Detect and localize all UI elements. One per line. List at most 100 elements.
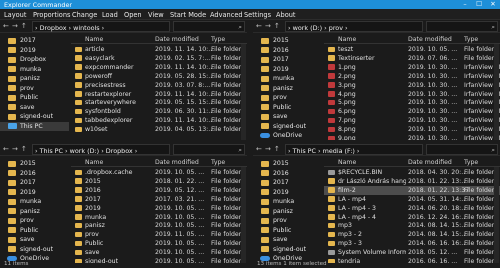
- nav-item[interactable]: 2017: [253, 55, 322, 64]
- close-button[interactable]: ✕: [486, 0, 500, 9]
- file-row[interactable]: munka 2019. 10. 05. ... File folder: [71, 213, 247, 222]
- nav-item[interactable]: OneDrive: [253, 131, 322, 140]
- file-row[interactable]: 2.png2019. 10. 30. ...IrfanView PNG File: [324, 72, 500, 81]
- nav-item[interactable]: prov: [0, 216, 69, 225]
- column-date[interactable]: Date modified: [155, 159, 199, 166]
- file-row[interactable]: save 2019. 10. 05. ... File folder: [71, 248, 247, 257]
- column-name[interactable]: Name: [85, 159, 103, 166]
- file-row[interactable]: 4.png2019. 10. 30. ...IrfanView PNG File: [324, 90, 500, 99]
- column-date[interactable]: Date modified: [408, 159, 452, 166]
- file-row[interactable]: Public 2019. 10. 05. ... File folder: [71, 239, 247, 248]
- nav-item[interactable]: panisz: [0, 74, 69, 83]
- menu-view[interactable]: View: [148, 11, 164, 19]
- file-row[interactable]: 3.png2019. 10. 30. ...IrfanView PNG File: [324, 81, 500, 90]
- vertical-scrollbar[interactable]: [494, 44, 499, 140]
- file-row[interactable]: sysfontbold 2019. 06. 30. 11:... File fold…: [71, 107, 247, 116]
- forward-button[interactable]: →: [265, 22, 271, 30]
- nav-item[interactable]: signed-out: [0, 245, 69, 254]
- file-row[interactable]: tabbedexplorer 2019. 11. 14. 10:... File f…: [71, 116, 247, 125]
- nav-item[interactable]: save: [253, 112, 322, 121]
- up-button[interactable]: ↑: [274, 22, 280, 30]
- column-type[interactable]: Type: [211, 36, 225, 43]
- nav-item[interactable]: munka: [253, 197, 322, 206]
- file-row[interactable]: film-2 2018. 01. 22. 13:37 File folder: [324, 185, 500, 195]
- breadcrumb[interactable]: › This PC › work (D:) › Dropbox ›: [32, 144, 170, 155]
- file-row[interactable]: precisestress 2019. 03. 07. 8:... File fol…: [71, 81, 247, 90]
- file-row[interactable]: restartexplorer 2019. 11. 14. 10:... File …: [71, 90, 247, 99]
- file-row[interactable]: 8.png2019. 10. 30. ...IrfanView PNG File: [324, 125, 500, 134]
- nav-item[interactable]: prov: [0, 84, 69, 93]
- nav-item[interactable]: This PC: [0, 121, 69, 131]
- nav-item[interactable]: prov: [253, 216, 322, 225]
- file-row[interactable]: LA - mp4 2014. 05. 31. 14:... File folder: [324, 195, 500, 204]
- nav-item[interactable]: panisz: [253, 84, 322, 93]
- file-row[interactable]: System Volume Information2018. 05. 12. .…: [324, 248, 500, 257]
- back-button[interactable]: ←: [3, 22, 9, 30]
- menu-about[interactable]: About: [276, 11, 296, 19]
- up-button[interactable]: ↑: [21, 145, 27, 153]
- search-input[interactable]: ⌕: [173, 144, 245, 155]
- nav-item[interactable]: save: [0, 235, 69, 244]
- breadcrumb[interactable]: › work (D:) › prov ›: [285, 21, 423, 32]
- nav-item[interactable]: save: [253, 235, 322, 244]
- file-row[interactable]: w10set 2019. 04. 05. 13:... File folder: [71, 125, 247, 134]
- nav-item[interactable]: save: [0, 103, 69, 112]
- column-date[interactable]: Date modified: [408, 36, 452, 43]
- nav-item[interactable]: munka: [253, 74, 322, 83]
- back-button[interactable]: ←: [256, 22, 262, 30]
- nav-item[interactable]: panisz: [0, 207, 69, 216]
- search-input[interactable]: ⌕: [426, 144, 498, 155]
- column-name[interactable]: Name: [85, 36, 103, 43]
- nav-item[interactable]: Public: [0, 93, 69, 102]
- forward-button[interactable]: →: [265, 145, 271, 153]
- vertical-scrollbar[interactable]: [241, 167, 246, 263]
- vertical-scrollbar[interactable]: [494, 167, 499, 263]
- file-row[interactable]: mp3 2014. 08. 14. 15:... File folder: [324, 221, 500, 230]
- nav-item[interactable]: Dropbox: [0, 55, 69, 64]
- file-row[interactable]: 5.png2019. 10. 30. ...IrfanView PNG File: [324, 98, 500, 107]
- nav-item[interactable]: 2017: [0, 178, 69, 187]
- breadcrumb[interactable]: › This PC › media (F:) ›: [285, 144, 423, 155]
- menu-load[interactable]: Load: [102, 11, 118, 19]
- search-input[interactable]: ⌕: [426, 21, 498, 32]
- file-row[interactable]: 2019 2019. 10. 05. ... File folder: [71, 204, 247, 213]
- file-row[interactable]: LA - mp4 - 4 2016. 12. 24. 16:... File fol…: [324, 213, 500, 222]
- nav-item[interactable]: 2016: [253, 169, 322, 178]
- nav-item[interactable]: 2019: [0, 46, 69, 55]
- breadcrumb[interactable]: › Dropbox › wintools ›: [32, 21, 170, 32]
- vertical-scrollbar[interactable]: [241, 44, 246, 140]
- column-date[interactable]: Date modified: [155, 36, 199, 43]
- file-row[interactable]: dr László András hang 2018. 01. 22. 13:..…: [324, 177, 500, 186]
- nav-item[interactable]: 2016: [253, 46, 322, 55]
- nav-item[interactable]: 2019: [0, 188, 69, 197]
- file-row[interactable]: 2017 2017. 03. 21. ... File folder: [71, 195, 247, 204]
- nav-item[interactable]: 2019: [253, 188, 322, 197]
- file-row[interactable]: poweroff 2019. 05. 28. 15:... File folder: [71, 72, 247, 81]
- column-name[interactable]: Name: [338, 159, 356, 166]
- menu-open[interactable]: Open: [124, 11, 142, 19]
- column-type[interactable]: Type: [464, 159, 478, 166]
- nav-item[interactable]: prov: [253, 93, 322, 102]
- nav-item[interactable]: Public: [253, 226, 322, 235]
- forward-button[interactable]: →: [12, 145, 18, 153]
- nav-item[interactable]: munka: [0, 197, 69, 206]
- menu-advanced[interactable]: Advanced: [210, 11, 243, 19]
- forward-button[interactable]: →: [12, 22, 18, 30]
- nav-item[interactable]: panisz: [253, 207, 322, 216]
- file-row[interactable]: teszt 2019. 10. 05. ... File folder: [324, 45, 500, 54]
- nav-item[interactable]: 2016: [0, 169, 69, 178]
- file-row[interactable]: panisz 2019. 10. 05. ... File folder: [71, 221, 247, 230]
- column-type[interactable]: Type: [464, 36, 478, 43]
- nav-item[interactable]: Public: [253, 103, 322, 112]
- file-row[interactable]: starteverywhere 2019. 05. 15. 15:... File …: [71, 98, 247, 107]
- menu-layout[interactable]: Layout: [4, 11, 26, 19]
- back-button[interactable]: ←: [256, 145, 262, 153]
- nav-item[interactable]: 2015: [253, 36, 322, 45]
- menu-settings[interactable]: Settings: [244, 11, 271, 19]
- search-input[interactable]: ⌕: [173, 21, 245, 32]
- file-row[interactable]: LA - mp4 - 3 2014. 06. 20. 18:... File fol…: [324, 204, 500, 213]
- up-button[interactable]: ↑: [274, 145, 280, 153]
- maximize-button[interactable]: ☐: [472, 0, 486, 9]
- menu-proportions[interactable]: Proportions: [33, 11, 70, 19]
- nav-item[interactable]: signed-out: [0, 112, 69, 121]
